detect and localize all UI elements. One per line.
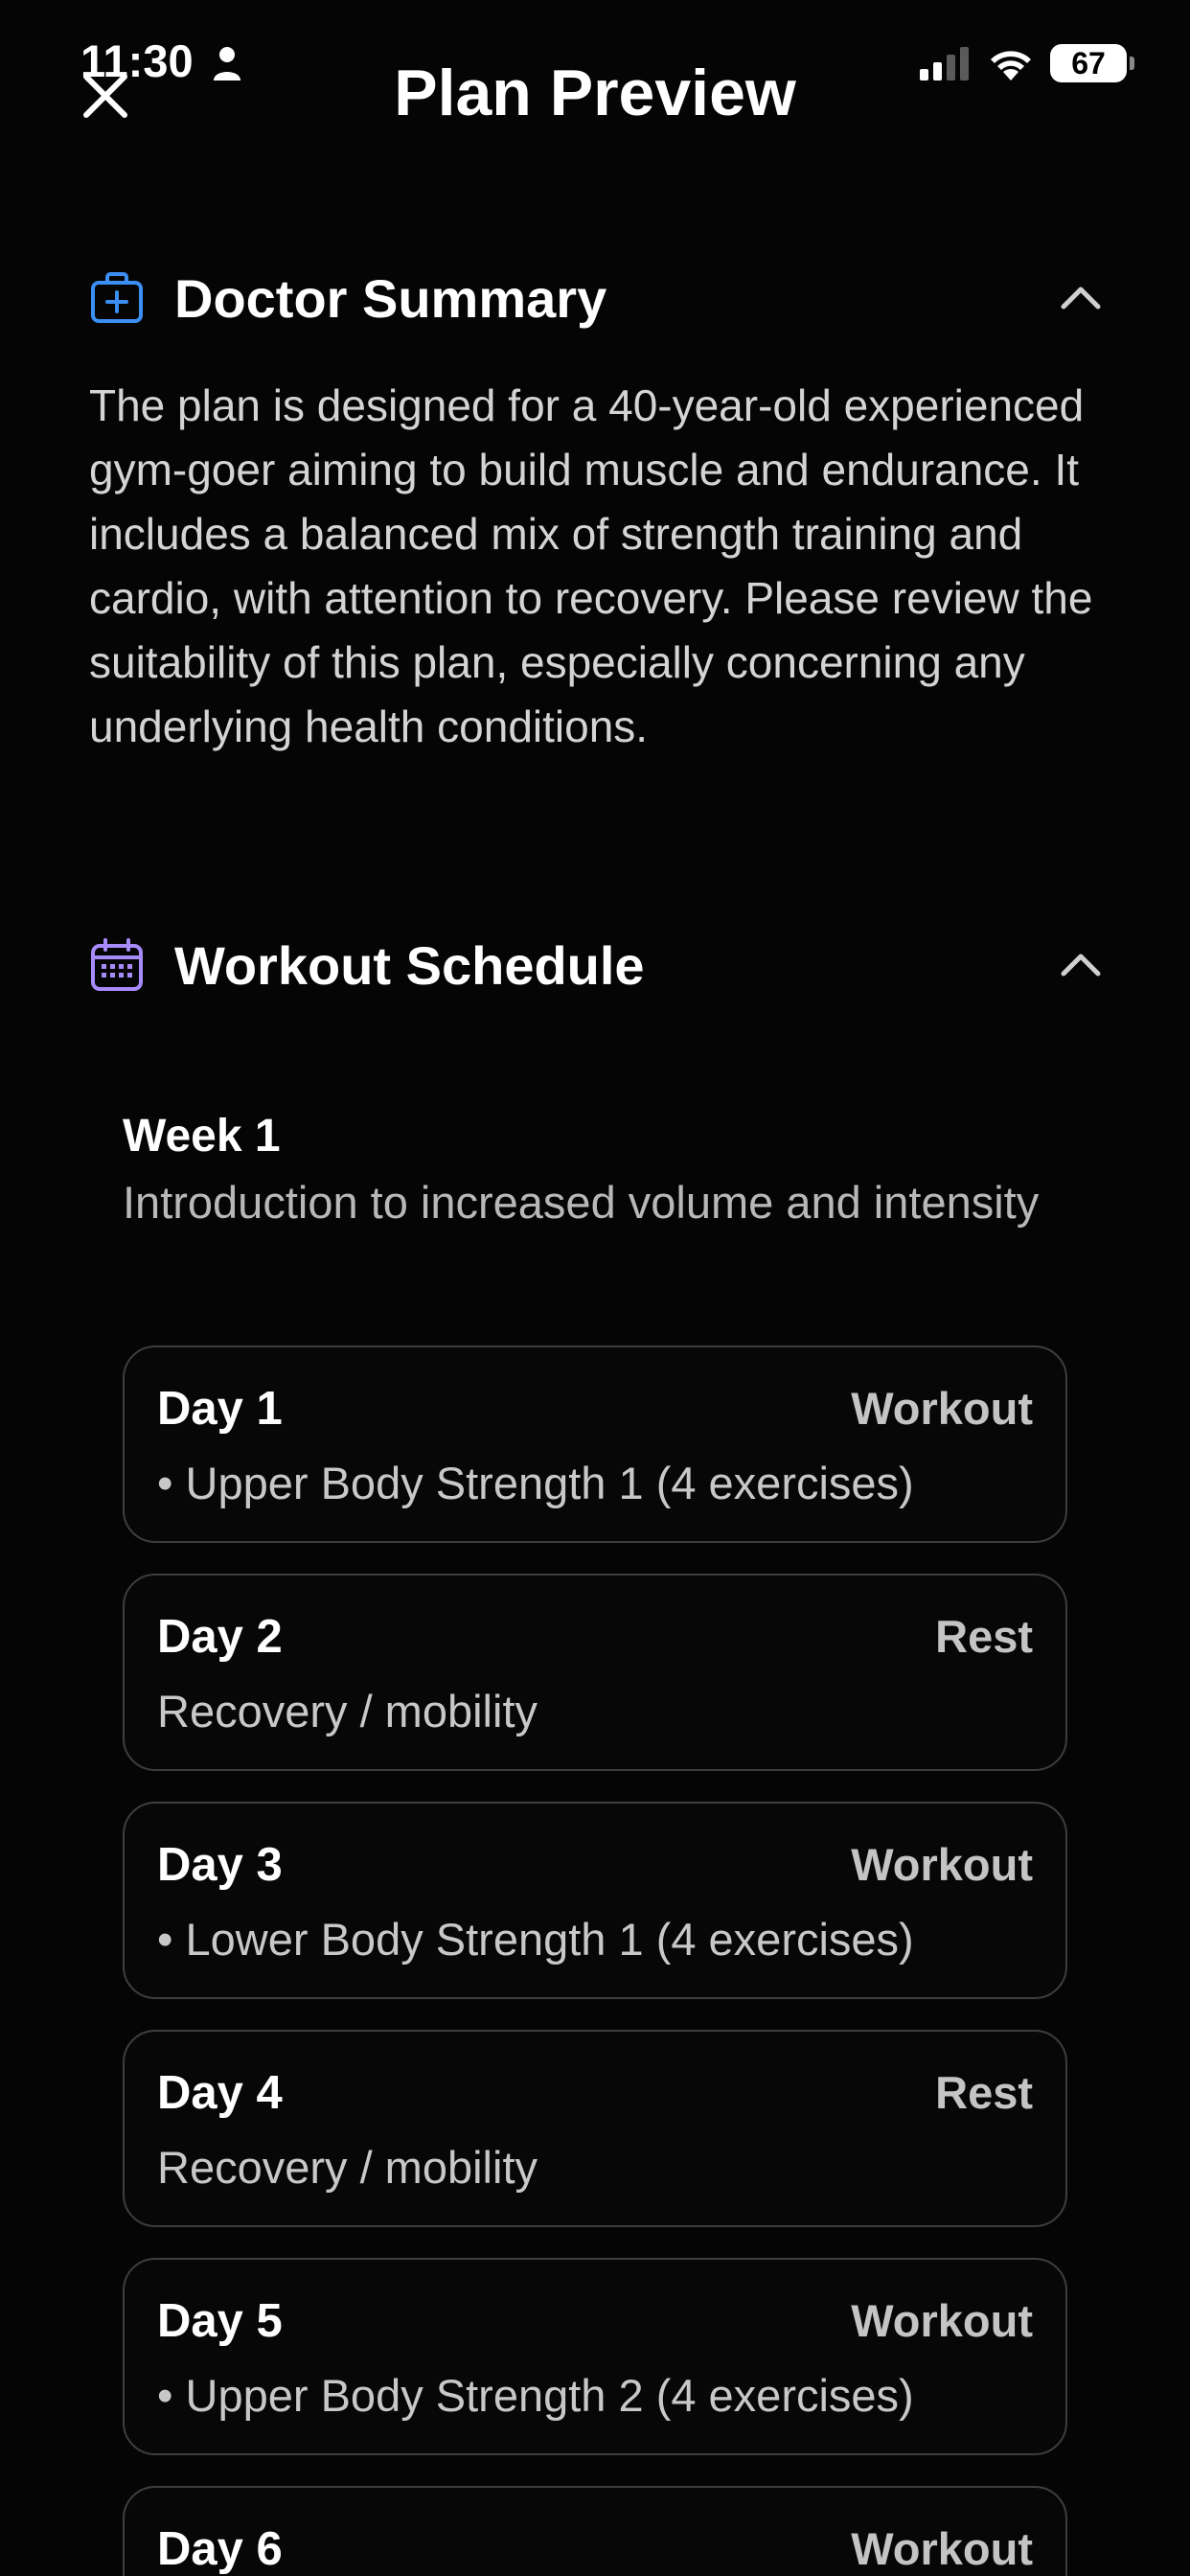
day-card[interactable]: Day 1 Workout • Upper Body Strength 1 (4… — [123, 1346, 1067, 1543]
workout-schedule-header[interactable]: Workout Schedule — [88, 932, 1102, 999]
week-title: Week 1 — [123, 1111, 281, 1162]
day-card[interactable]: Day 6 Workout — [123, 2486, 1067, 2576]
workout-schedule-title: Workout Schedule — [174, 934, 645, 996]
doctor-summary-header[interactable]: Doctor Summary — [88, 264, 1102, 332]
day-type: Workout — [851, 1839, 1033, 1890]
day-type: Workout — [851, 2295, 1033, 2346]
day-detail: Recovery / mobility — [157, 1686, 538, 1736]
day-detail: • Upper Body Strength 1 (4 exercises) — [157, 1458, 914, 1508]
day-type: Rest — [935, 1611, 1033, 1662]
day-label: Day 5 — [157, 2295, 283, 2347]
calendar-icon — [91, 938, 143, 991]
day-card[interactable]: Day 4 Rest Recovery / mobility — [123, 2030, 1067, 2227]
day-label: Day 1 — [157, 1383, 283, 1435]
plan-preview-screen: 11:30 67 Plan Preview Doctor Summary The… — [0, 0, 1190, 2576]
page-title: Plan Preview — [394, 57, 796, 129]
day-type: Workout — [851, 1383, 1033, 1434]
day-card[interactable]: Day 5 Workout • Upper Body Strength 2 (4… — [123, 2258, 1067, 2455]
day-type: Rest — [935, 2067, 1033, 2118]
chevron-up-icon[interactable] — [1060, 284, 1102, 312]
day-label: Day 2 — [157, 1611, 283, 1663]
doctor-summary-text: The plan is designed for a 40-year-old e… — [89, 380, 1093, 751]
day-detail: Recovery / mobility — [157, 2142, 538, 2193]
day-label: Day 4 — [157, 2067, 283, 2119]
day-label: Day 3 — [157, 1839, 283, 1891]
doctor-summary-title: Doctor Summary — [174, 267, 607, 329]
medical-bag-icon — [91, 272, 143, 323]
day-card[interactable]: Day 2 Rest Recovery / mobility — [123, 1574, 1067, 1771]
day-type: Workout — [851, 2523, 1033, 2574]
chevron-up-icon[interactable] — [1060, 951, 1102, 979]
day-detail: • Upper Body Strength 2 (4 exercises) — [157, 2370, 914, 2421]
day-detail: • Lower Body Strength 1 (4 exercises) — [157, 1914, 914, 1965]
day-card[interactable]: Day 3 Workout • Lower Body Strength 1 (4… — [123, 1802, 1067, 1999]
week-subtitle: Introduction to increased volume and int… — [123, 1177, 1040, 1228]
day-label: Day 6 — [157, 2523, 283, 2575]
